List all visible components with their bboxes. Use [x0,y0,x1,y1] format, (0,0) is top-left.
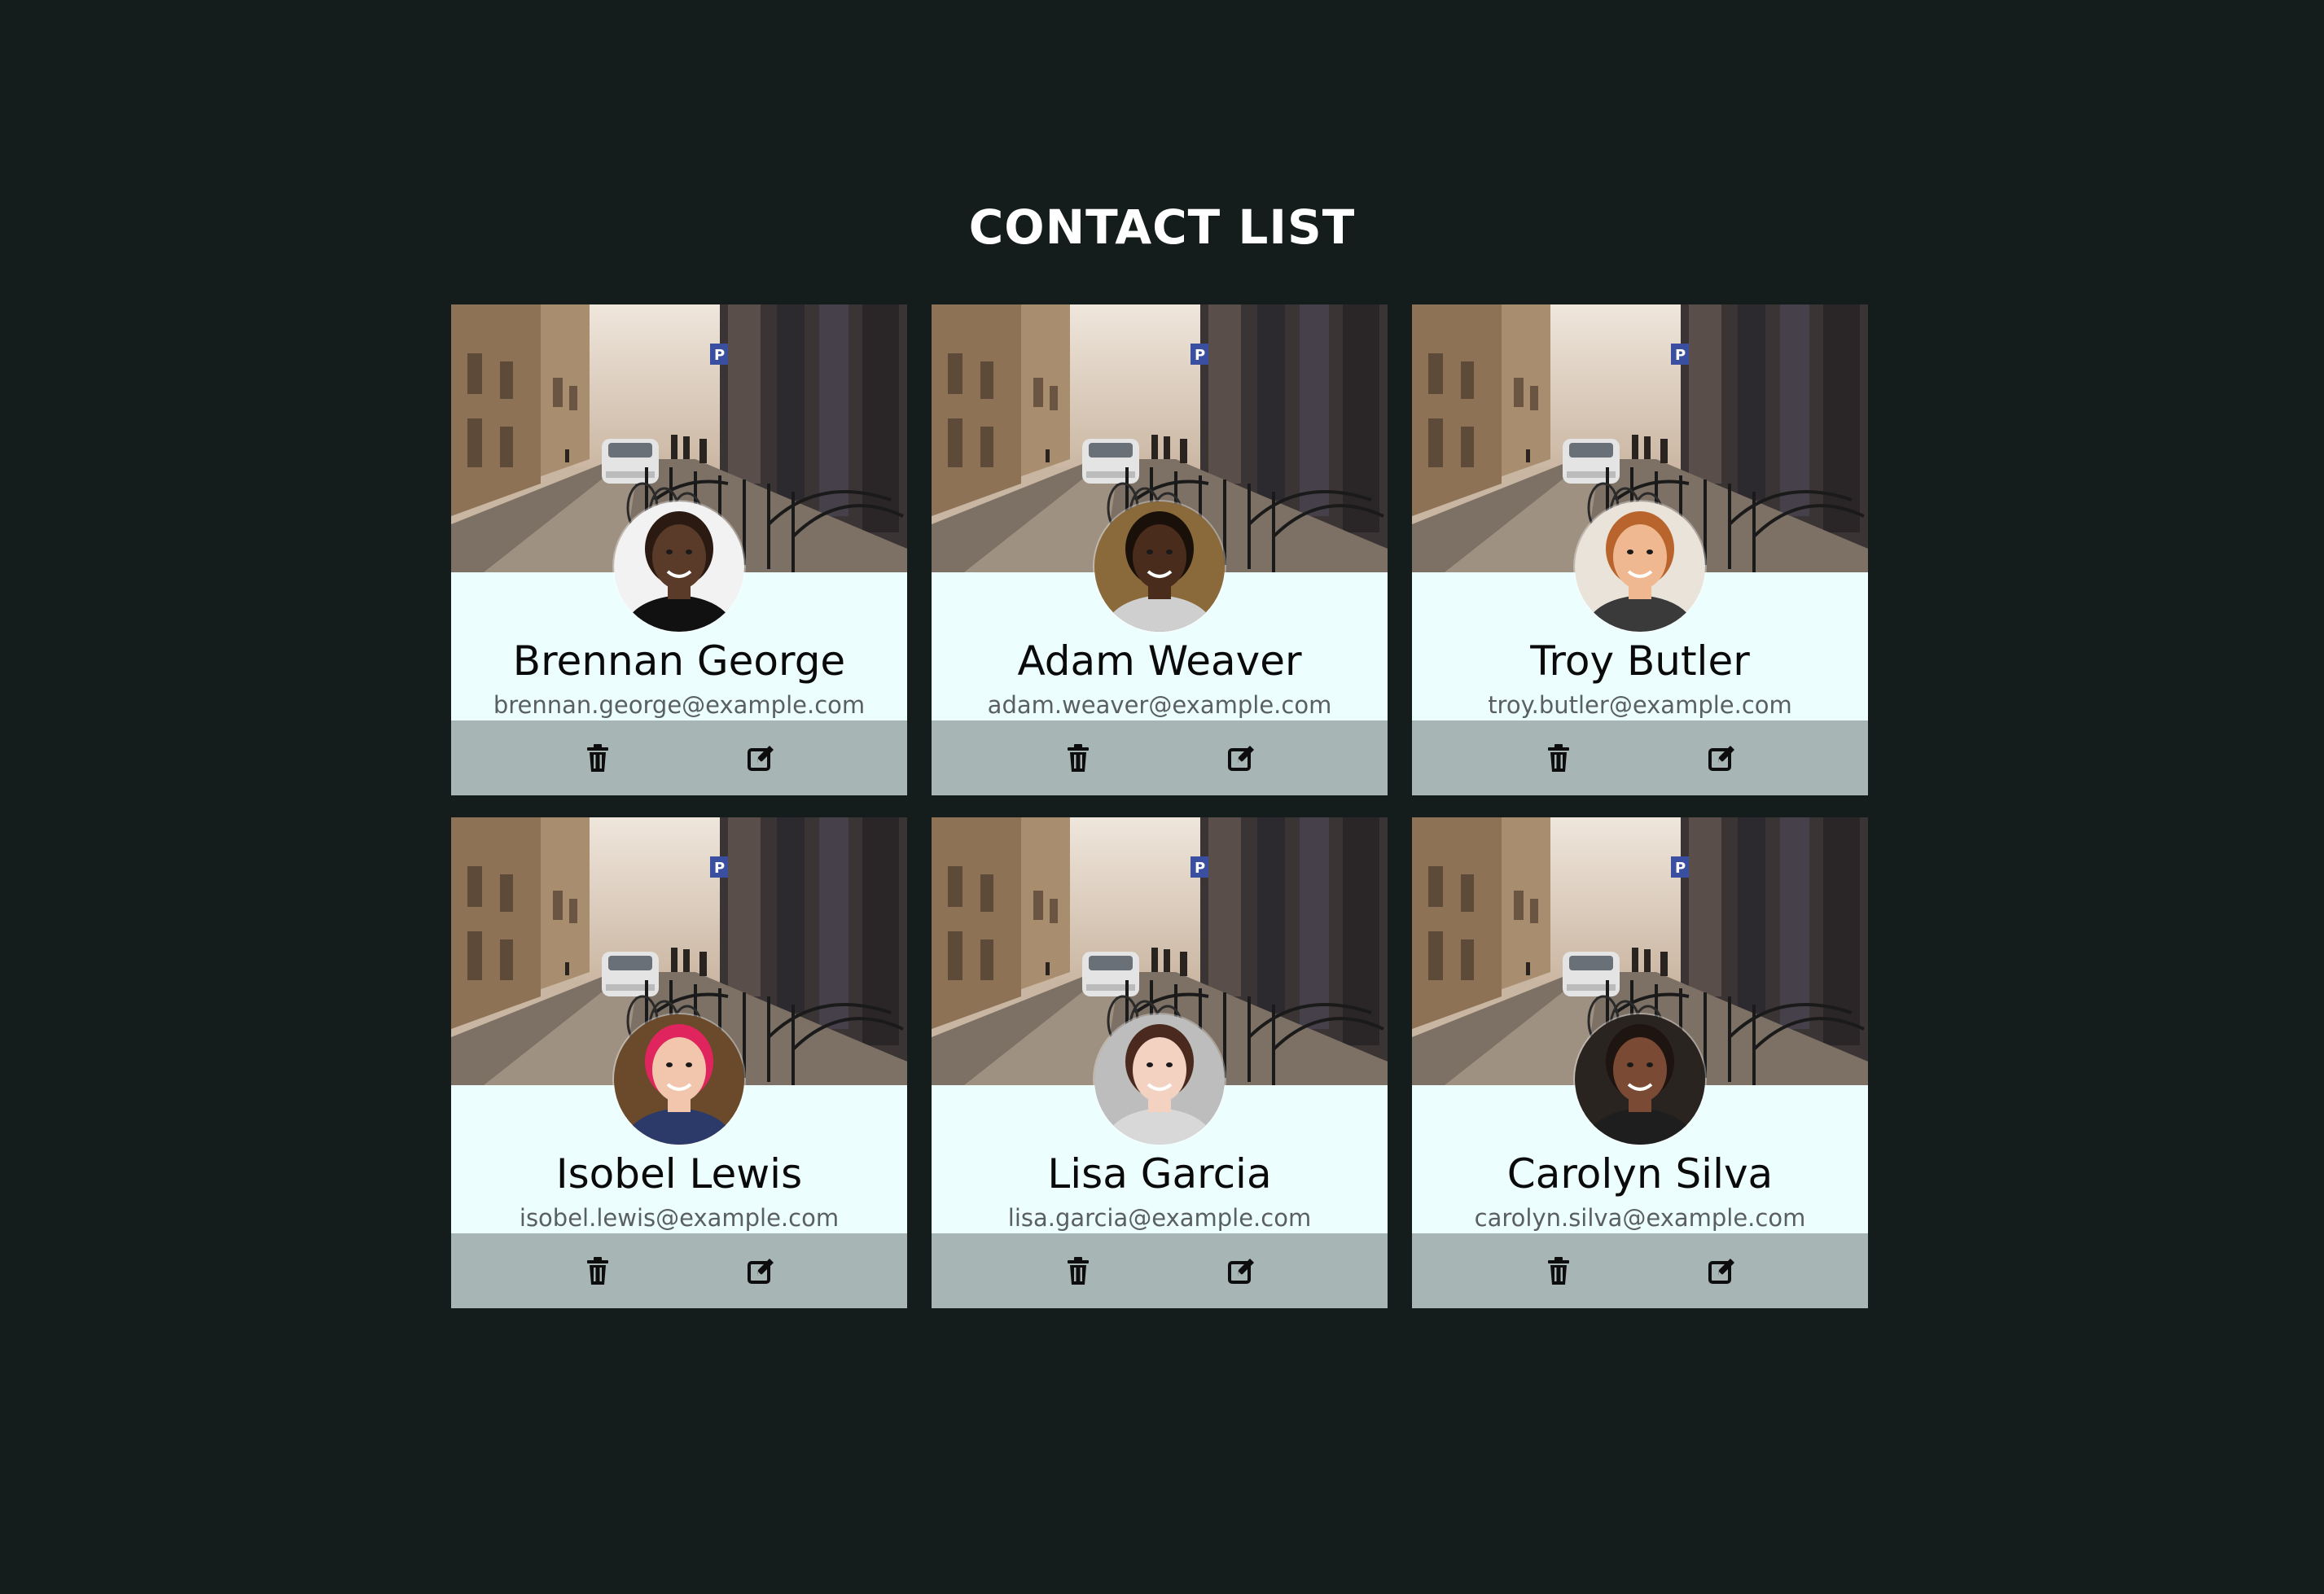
delete-button[interactable] [1057,737,1099,779]
card-actions [1412,720,1868,795]
delete-button[interactable] [1057,1250,1099,1292]
svg-text:P: P [714,860,725,877]
card-actions [451,1233,907,1308]
contact-avatar [614,501,744,632]
edit-icon [1708,746,1734,771]
svg-text:P: P [1195,347,1205,364]
contact-email: adam.weaver@example.com [987,691,1332,719]
delete-button[interactable] [577,1250,619,1292]
contact-grid: P Brennan George brennan.george@example.… [451,304,1868,1308]
page-title: CONTACT LIST [968,199,1356,255]
edit-button[interactable] [739,1250,782,1292]
trash-icon [1548,1257,1569,1285]
contact-avatar [1094,1014,1225,1145]
svg-text:P: P [1675,347,1686,364]
delete-button[interactable] [1537,1250,1580,1292]
contact-avatar [1575,501,1705,632]
edit-button[interactable] [1700,737,1743,779]
edit-icon [748,746,774,771]
contact-card: P [451,817,907,1308]
delete-button[interactable] [577,737,619,779]
trash-icon [587,744,608,772]
edit-button[interactable] [1220,737,1262,779]
edit-icon [1228,746,1254,771]
contact-name: Brennan George [512,637,846,685]
contact-card: P [1412,304,1868,795]
trash-icon [1068,1257,1089,1285]
card-actions [932,720,1388,795]
contact-email: carolyn.silva@example.com [1474,1204,1806,1232]
contact-name: Isobel Lewis [555,1150,803,1198]
contact-name: Adam Weaver [1017,637,1302,685]
contact-card: P [932,817,1388,1308]
edit-icon [1708,1259,1734,1284]
edit-button[interactable] [739,737,782,779]
edit-button[interactable] [1700,1250,1743,1292]
contact-email: troy.butler@example.com [1488,691,1792,719]
delete-button[interactable] [1537,737,1580,779]
contact-card: P [451,304,907,795]
contact-email: lisa.garcia@example.com [1007,1204,1312,1232]
svg-text:P: P [1675,860,1686,877]
card-actions [932,1233,1388,1308]
edit-button[interactable] [1220,1250,1262,1292]
contact-card: P [932,304,1388,795]
trash-icon [587,1257,608,1285]
contact-card: P [1412,817,1868,1308]
contact-email: brennan.george@example.com [493,691,866,719]
contact-email: isobel.lewis@example.com [519,1204,840,1232]
trash-icon [1548,744,1569,772]
contact-avatar [1575,1014,1705,1145]
svg-text:P: P [1195,860,1205,877]
contact-avatar [1094,501,1225,632]
card-actions [1412,1233,1868,1308]
contact-name: Lisa Garcia [1047,1150,1272,1198]
trash-icon [1068,744,1089,772]
svg-text:P: P [714,347,725,364]
edit-icon [748,1259,774,1284]
edit-icon [1228,1259,1254,1284]
contact-avatar [614,1014,744,1145]
card-actions [451,720,907,795]
contact-name: Carolyn Silva [1506,1150,1774,1198]
contact-name: Troy Butler [1530,637,1750,685]
